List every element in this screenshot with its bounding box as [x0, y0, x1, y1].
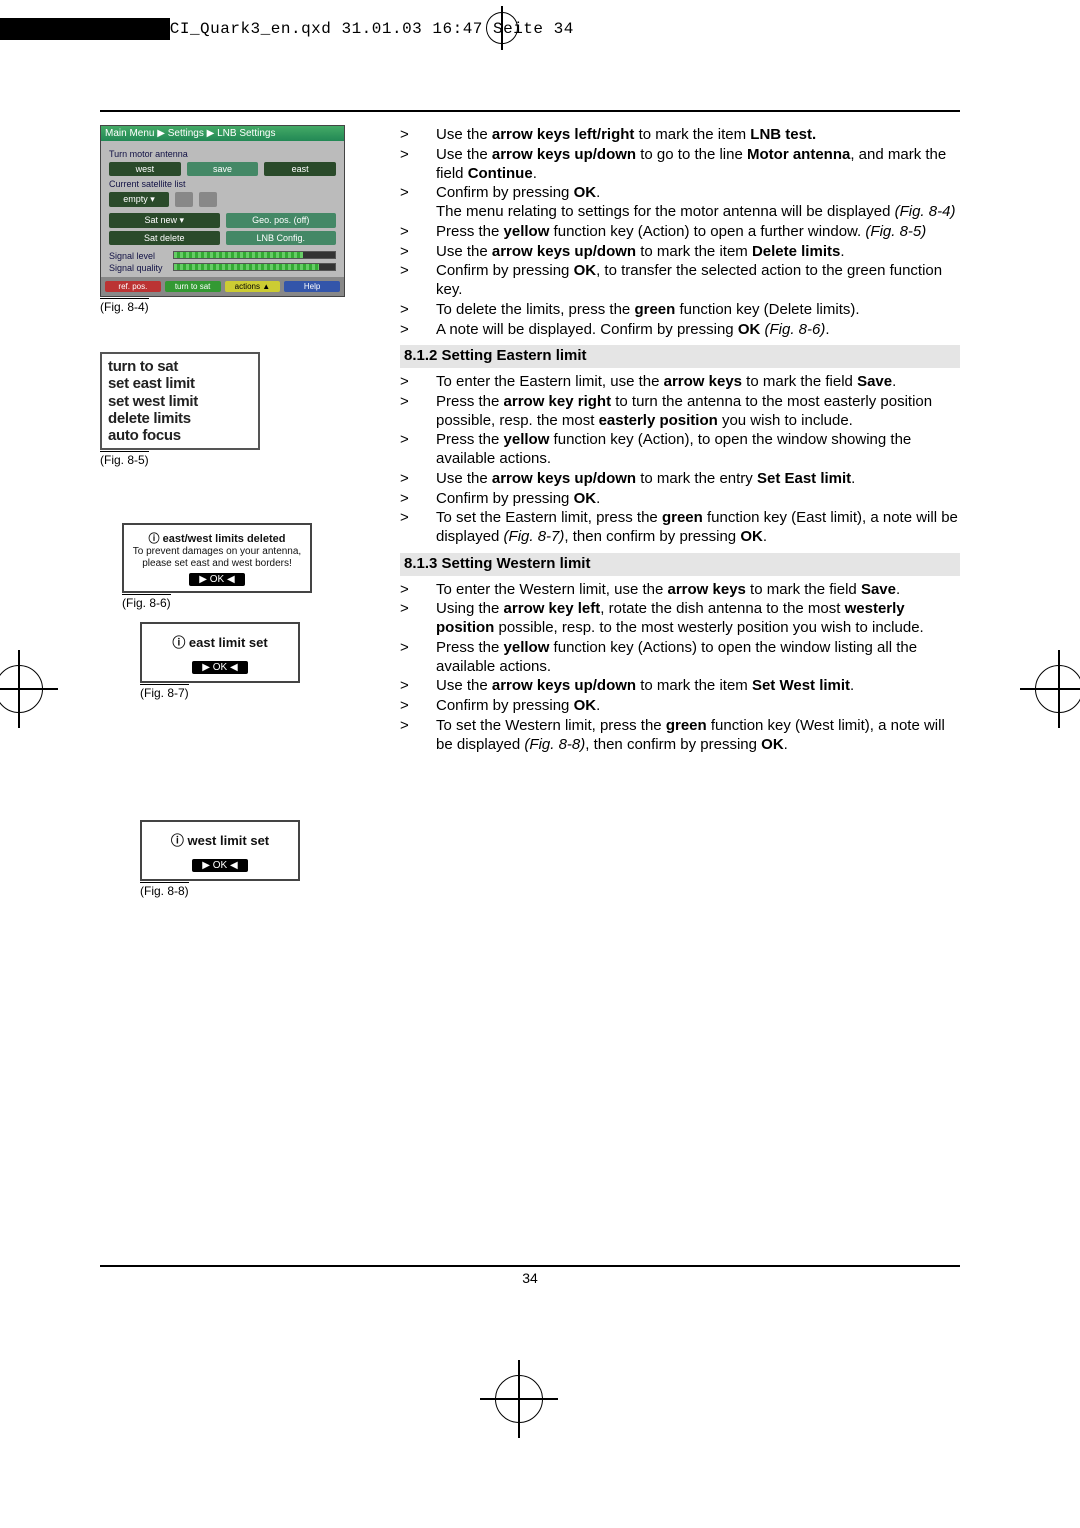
b3-i4: Use the arrow keys up/down to mark the i…	[436, 677, 960, 696]
fig84-list-label: Current satellite list	[109, 179, 336, 189]
b3-i3: Press the yellow function key (Actions) …	[436, 639, 960, 677]
b1-i8: A note will be displayed. Confirm by pre…	[436, 321, 960, 340]
figure-8-7: ⓘ east limit set ▶ OK ◀	[140, 622, 300, 683]
fig84-lnb-button[interactable]: LNB Config.	[226, 231, 337, 245]
fig84-title: Main Menu ▶ Settings ▶ LNB Settings	[101, 126, 344, 141]
left-column: Main Menu ▶ Settings ▶ LNB Settings Turn…	[100, 125, 380, 900]
fig85-delete: delete limits	[108, 410, 252, 427]
fig84-empty-button[interactable]: empty ▾	[109, 192, 169, 207]
section-eastern: 8.1.2 Setting Eastern limit	[400, 345, 960, 368]
figure-8-8: ⓘ west limit set ▶ OK ◀	[140, 820, 300, 881]
b2-i3: Press the yellow function key (Action), …	[436, 431, 960, 469]
b3-i5: Confirm by pressing OK.	[436, 697, 960, 716]
fig86-caption: (Fig. 8-6)	[122, 594, 171, 610]
fig88-caption: (Fig. 8-8)	[140, 882, 189, 898]
top-rule	[100, 110, 960, 112]
figure-8-6: ⓘ east/west limits deleted To prevent da…	[122, 523, 312, 593]
fig85-setwest: set west limit	[108, 393, 252, 410]
fig85-auto: auto focus	[108, 427, 252, 444]
b2-i2: Press the arrow key right to turn the an…	[436, 393, 960, 431]
section-western: 8.1.3 Setting Western limit	[400, 553, 960, 576]
b3-i2: Using the arrow key left, rotate the dis…	[436, 600, 960, 638]
cropmark-left	[0, 650, 58, 728]
fig84-satdel-button[interactable]: Sat delete	[109, 231, 220, 245]
fig84-quality-label: Signal quality	[109, 263, 169, 273]
fig86-info: ⓘ east/west limits deleted	[130, 530, 304, 546]
b1-i4: Press the yellow function key (Action) t…	[436, 223, 960, 242]
fig84-turntosat-button[interactable]: turn to sat	[165, 281, 221, 292]
b3-i1: To enter the Western limit, use the arro…	[436, 581, 960, 600]
fig85-caption: (Fig. 8-5)	[100, 451, 149, 467]
fig84-turn-label: Turn motor antenna	[109, 149, 336, 159]
fig85-turn: turn to sat	[108, 358, 252, 375]
fig84-caption: (Fig. 8-4)	[100, 298, 149, 314]
fig84-actions-button[interactable]: actions ▲	[225, 281, 281, 292]
fig84-refpos-button[interactable]: ref. pos.	[105, 281, 161, 292]
b2-i6: To set the Eastern limit, press the gree…	[436, 509, 960, 547]
fig84-satnew-button[interactable]: Sat new ▾	[109, 213, 220, 228]
bottom-rule	[100, 1265, 960, 1267]
b3-i6: To set the Western limit, press the gree…	[436, 717, 960, 755]
fig87-caption: (Fig. 8-7)	[140, 684, 189, 700]
header-cropmark	[480, 6, 524, 50]
b2-i5: Confirm by pressing OK.	[436, 490, 960, 509]
fig84-save-button[interactable]: save	[187, 162, 259, 176]
figure-8-5: turn to sat set east limit set west limi…	[100, 352, 260, 450]
b2-i4: Use the arrow keys up/down to mark the e…	[436, 470, 960, 489]
fig88-info: ⓘ west limit set	[148, 830, 292, 849]
b1-i5: Use the arrow keys up/down to mark the i…	[436, 243, 960, 262]
cropmark-bottom	[480, 1360, 558, 1438]
fig86-ok-button[interactable]: ▶ OK ◀	[189, 573, 244, 586]
fig84-east-button[interactable]: east	[264, 162, 336, 176]
b1-i3: Confirm by pressing OK.The menu relating…	[436, 184, 960, 222]
b1-i2: Use the arrow keys up/down to go to the …	[436, 146, 960, 184]
fig84-help-button[interactable]: Help	[284, 281, 340, 292]
b2-i1: To enter the Eastern limit, use the arro…	[436, 373, 960, 392]
figure-8-4: Main Menu ▶ Settings ▶ LNB Settings Turn…	[100, 125, 345, 297]
fig84-west-button[interactable]: west	[109, 162, 181, 176]
b1-i7: To delete the limits, press the green fu…	[436, 301, 960, 320]
fig88-ok-button[interactable]: ▶ OK ◀	[192, 859, 247, 872]
b1-i6: Confirm by pressing OK, to transfer the …	[436, 262, 960, 300]
fig84-level-label: Signal level	[109, 251, 169, 261]
fig85-seteast: set east limit	[108, 375, 252, 392]
right-column: >Use the arrow keys left/right to mark t…	[400, 125, 960, 755]
page-number: 34	[100, 1270, 960, 1286]
b1-i1: Use the arrow keys left/right to mark th…	[436, 126, 960, 145]
fig87-info: ⓘ east limit set	[148, 632, 292, 651]
cropmark-right	[1020, 650, 1080, 728]
fig84-geo-button[interactable]: Geo. pos. (off)	[226, 213, 337, 228]
fig87-ok-button[interactable]: ▶ OK ◀	[192, 661, 247, 674]
fig86-text: To prevent damages on your antenna, plea…	[130, 546, 304, 569]
